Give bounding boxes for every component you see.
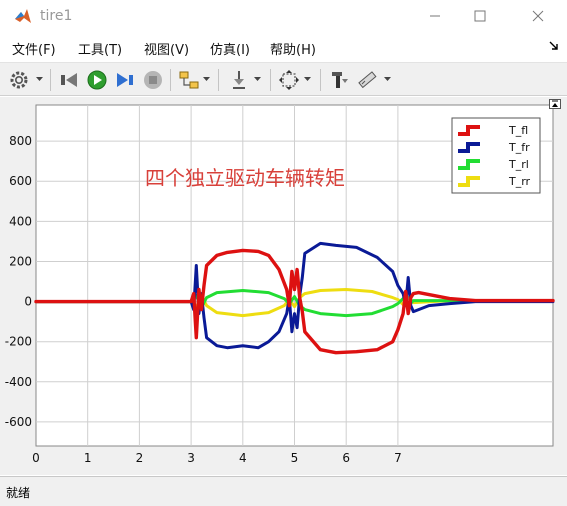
x-tick-label: 1 bbox=[84, 451, 92, 465]
legend-label: T_rl bbox=[508, 158, 529, 171]
style-icon[interactable] bbox=[356, 69, 378, 91]
minimize-icon bbox=[430, 15, 440, 17]
gear-icon[interactable] bbox=[8, 69, 30, 91]
menu-help[interactable]: 帮助(H) bbox=[270, 39, 316, 58]
scope-plot-panel: 0 1 2 3 4 5 6 7 -600 -400 -200 0 200 400 600 800 四个独立驱动… bbox=[0, 97, 567, 475]
maximize-button[interactable] bbox=[460, 4, 500, 28]
menu-simulation[interactable]: 仿真(I) bbox=[210, 39, 250, 58]
legend-label: T_fl bbox=[508, 124, 528, 137]
dock-arrow-icon[interactable] bbox=[549, 40, 559, 52]
highlight-dropdown-icon[interactable] bbox=[203, 77, 210, 82]
toolbar-separator bbox=[170, 69, 171, 91]
x-tick-label: 5 bbox=[291, 451, 299, 465]
close-button[interactable] bbox=[518, 4, 558, 28]
status-text: 就绪 bbox=[6, 486, 31, 500]
menu-view[interactable]: 视图(V) bbox=[144, 39, 189, 58]
x-tick-label: 6 bbox=[342, 451, 350, 465]
zoom-dropdown-icon[interactable] bbox=[304, 77, 311, 82]
cursor-measure-icon[interactable] bbox=[328, 69, 350, 91]
title-bar: tire1 bbox=[0, 0, 567, 34]
highlight-block-icon[interactable] bbox=[178, 69, 200, 91]
x-tick-label: 0 bbox=[32, 451, 40, 465]
y-tick-label: -200 bbox=[5, 335, 32, 349]
y-tick-label: 0 bbox=[24, 295, 32, 309]
signal-dropdown-icon[interactable] bbox=[254, 77, 261, 82]
toolbar-separator bbox=[320, 69, 321, 91]
x-tick-label: 3 bbox=[187, 451, 195, 465]
close-icon bbox=[532, 10, 544, 22]
y-tick-label: 400 bbox=[9, 214, 32, 228]
scope-chart[interactable]: 0 1 2 3 4 5 6 7 -600 -400 -200 0 200 400 600 800 四个独立驱动… bbox=[0, 97, 567, 475]
matlab-icon bbox=[15, 9, 31, 23]
zoom-fit-icon[interactable] bbox=[278, 69, 300, 91]
legend-label: T_fr bbox=[508, 141, 530, 154]
x-tick-label: 7 bbox=[394, 451, 402, 465]
step-forward-icon[interactable] bbox=[114, 69, 136, 91]
signal-selector-icon[interactable] bbox=[228, 69, 250, 91]
gear-dropdown-icon[interactable] bbox=[36, 77, 43, 82]
toolbar-separator bbox=[218, 69, 219, 91]
x-tick-label: 2 bbox=[136, 451, 144, 465]
stop-icon[interactable] bbox=[142, 69, 164, 91]
menu-bar: 文件(F) 工具(T) 视图(V) 仿真(I) 帮助(H) bbox=[0, 36, 567, 60]
menu-file[interactable]: 文件(F) bbox=[12, 39, 56, 58]
y-tick-label: 200 bbox=[9, 254, 32, 268]
toolbar-separator bbox=[50, 69, 51, 91]
status-bar: 就绪 bbox=[0, 476, 567, 506]
step-back-icon[interactable] bbox=[58, 69, 80, 91]
window-title: tire1 bbox=[40, 8, 73, 24]
chart-annotation: 四个独立驱动车辆转矩 bbox=[145, 166, 345, 190]
legend-label: T_rr bbox=[508, 175, 531, 188]
y-tick-label: -600 bbox=[5, 415, 32, 429]
maximize-icon bbox=[474, 10, 486, 22]
y-tick-label: -400 bbox=[5, 375, 32, 389]
x-tick-label: 4 bbox=[239, 451, 247, 465]
menu-tools[interactable]: 工具(T) bbox=[78, 39, 122, 58]
toolbar-separator bbox=[270, 69, 271, 91]
run-icon[interactable] bbox=[86, 69, 108, 91]
y-tick-label: 600 bbox=[9, 174, 32, 188]
minimize-button[interactable] bbox=[415, 4, 455, 28]
collapse-button[interactable] bbox=[549, 99, 561, 109]
y-tick-label: 800 bbox=[9, 134, 32, 148]
toolbar bbox=[0, 62, 567, 96]
style-dropdown-icon[interactable] bbox=[384, 77, 391, 82]
collapse-icon bbox=[552, 100, 558, 107]
